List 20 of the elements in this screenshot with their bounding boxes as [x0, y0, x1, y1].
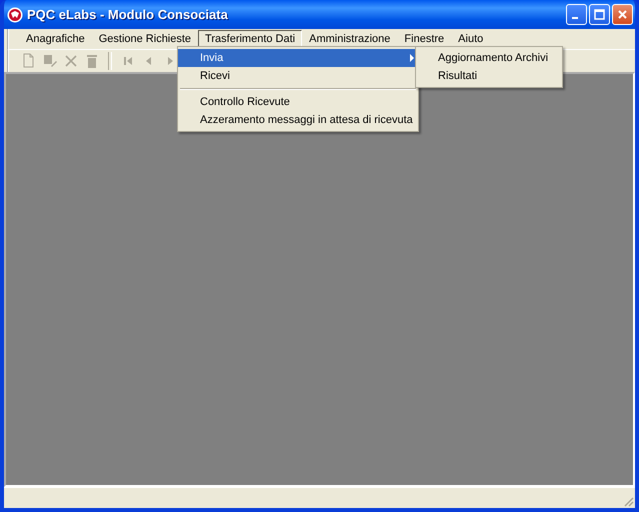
resize-grip-icon [622, 495, 634, 507]
app-logo-icon [7, 6, 23, 22]
menu-item[interactable]: Anagrafiche [19, 30, 92, 48]
menu-option[interactable]: Azzeramento messaggi in attesa di ricevuta [178, 111, 418, 129]
menu-item[interactable]: Amministrazione [302, 30, 398, 48]
maximize-button[interactable] [589, 4, 610, 25]
menu-item[interactable]: Aiuto [451, 30, 490, 48]
menu-option[interactable]: Ricevi [178, 67, 418, 85]
menu-option[interactable]: Aggiornamento Archivi [416, 49, 562, 67]
menu-option[interactable]: Controllo Ricevute [178, 93, 418, 111]
window-title: PQC eLabs - Modulo Consociata [27, 7, 229, 22]
menu-option[interactable]: Invia [178, 49, 418, 67]
menu-option[interactable]: Risultati [416, 67, 562, 85]
menu-item[interactable]: Gestione Richieste [92, 30, 198, 48]
close-icon [616, 8, 629, 21]
minimize-button[interactable] [566, 4, 587, 25]
minimize-icon [572, 17, 578, 19]
maximize-icon [593, 8, 606, 21]
menu-item[interactable]: Finestre [397, 30, 452, 48]
close-button[interactable] [612, 4, 633, 25]
